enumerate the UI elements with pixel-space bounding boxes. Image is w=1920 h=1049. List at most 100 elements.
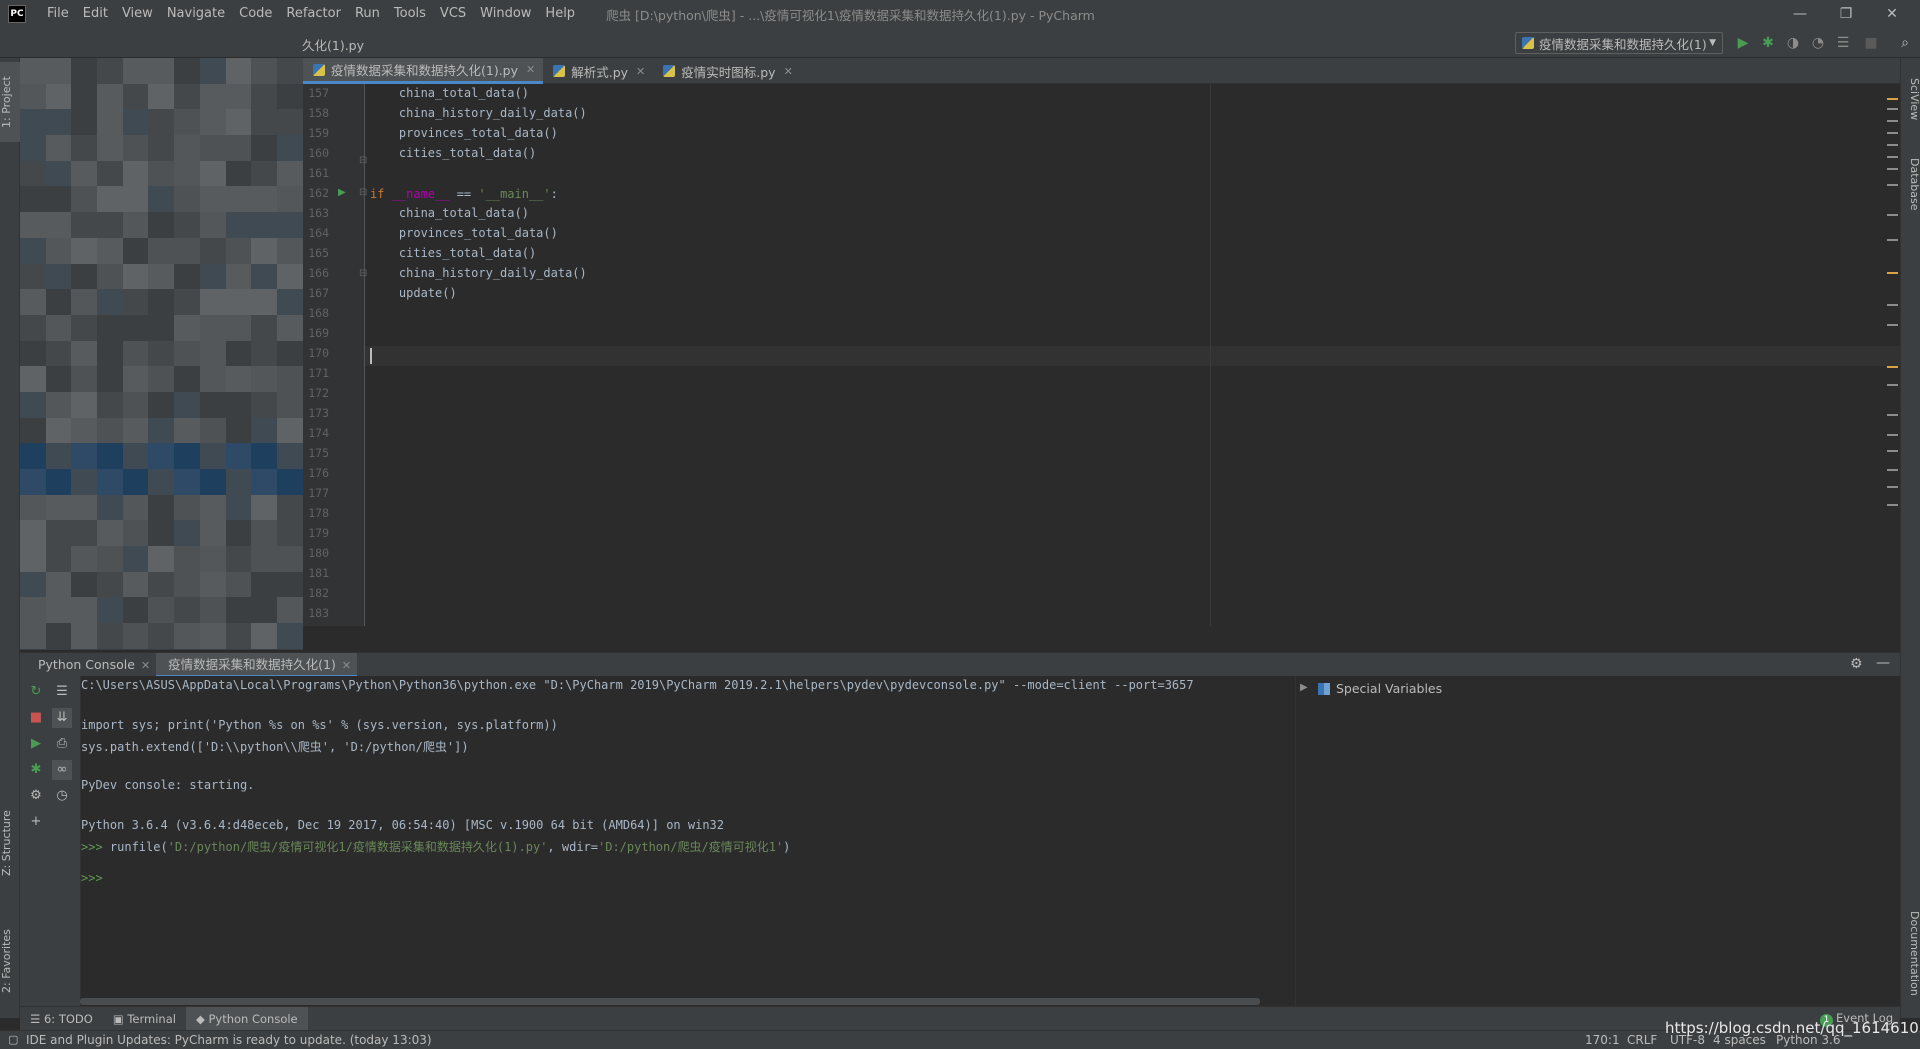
run-configuration-select[interactable]: 疫情数据采集和数据持久化(1) ▼ [1515,32,1723,54]
error-stripe-mark[interactable] [1887,184,1898,186]
scroll-to-end-icon[interactable]: ⇊ [52,708,72,728]
error-stripe-mark[interactable] [1887,486,1898,488]
menu-navigate[interactable]: Navigate [160,0,232,28]
error-stripe-mark[interactable] [1887,414,1898,416]
error-stripe-mark[interactable] [1887,98,1898,100]
tool-tab-python-console[interactable]: ◆ Python Console [185,1006,308,1031]
special-variables-label[interactable]: Special Variables [1336,681,1442,696]
fold-icon[interactable]: ⊟ [359,268,367,279]
show-variables-icon[interactable]: ∞ [52,760,72,780]
caret-position[interactable]: 170:1 [1585,1033,1620,1047]
settings-icon[interactable]: ⚙ [26,786,46,806]
tool-tab-structure[interactable]: Z: Structure [0,798,20,888]
pixel-cell [122,109,149,136]
error-stripe-mark[interactable] [1887,168,1898,170]
error-stripe-mark[interactable] [1887,469,1898,471]
tool-tab-documentation[interactable]: Documentation [1901,898,1920,1008]
menu-help[interactable]: Help [538,0,582,28]
error-stripe-mark[interactable] [1887,434,1898,436]
menu-run[interactable]: Run [348,0,387,28]
close-window-icon[interactable]: ✕ [1869,0,1915,28]
execute-icon[interactable]: ▶ [26,734,46,754]
editor-tab[interactable]: 疫情实时图标.py ✕ [653,58,801,84]
tool-tab-project[interactable]: 1: Project [0,62,20,142]
close-tab-icon[interactable]: ✕ [636,65,645,78]
pixel-cell [251,186,277,213]
fold-icon[interactable]: ⊟ [359,155,367,166]
breadcrumb[interactable]: 久化(1).py [302,35,364,54]
tool-tab-favorites[interactable]: 2: Favorites [0,916,20,1006]
console-tab-run[interactable]: 疫情数据采集和数据持久化(1) ✕ [156,652,358,677]
add-icon[interactable]: + [26,812,46,832]
tool-tab-database[interactable]: Database [1901,144,1920,224]
menu-code[interactable]: Code [232,0,279,28]
error-stripe-mark[interactable] [1887,108,1898,110]
menu-refactor[interactable]: Refactor [279,0,348,28]
close-tab-icon[interactable]: ✕ [141,659,150,672]
run-icon[interactable]: ▶ [1734,34,1752,52]
stop-icon[interactable]: ■ [1862,34,1880,52]
error-stripe-mark[interactable] [1887,366,1898,368]
tool-tab-sciview[interactable]: SciView [1901,64,1920,134]
error-stripe-mark[interactable] [1887,450,1898,452]
run-gutter-icon[interactable]: ▶ [338,187,346,198]
pixel-cell [122,546,149,572]
editor-tab[interactable]: 解析式.py ✕ [543,58,653,84]
error-stripe-mark[interactable] [1887,239,1898,241]
pixel-cell [148,520,175,547]
error-stripe-mark[interactable] [1887,504,1898,506]
print-icon[interactable]: ⎙ [52,734,72,754]
code-editor[interactable]: 157 158 159 160 161 162 163 164 165 166 167 168 169 1… [303,84,1900,626]
error-stripe-mark[interactable] [1887,324,1898,326]
tool-tab-todo[interactable]: ☰ 6: TODO [20,1007,103,1031]
line-separator[interactable]: CRLF [1627,1033,1657,1047]
error-stripe-mark[interactable] [1887,214,1898,216]
status-toggle-icon[interactable]: ▢ [8,1033,18,1046]
error-stripe-mark[interactable] [1887,132,1898,134]
error-stripe-mark[interactable] [1887,156,1898,158]
error-stripe-mark[interactable] [1887,304,1898,306]
pixel-cell [97,340,123,367]
error-stripe-mark[interactable] [1887,120,1898,122]
error-stripe-mark[interactable] [1887,272,1898,274]
profile-icon[interactable]: ◔ [1809,34,1827,52]
restore-icon[interactable]: ❐ [1823,0,1869,28]
hide-panel-icon[interactable]: — [1876,655,1890,671]
close-tab-icon[interactable]: ✕ [526,63,535,76]
concurrency-icon[interactable]: ☰ [1834,34,1852,52]
menu-view[interactable]: View [115,0,160,28]
editor-tab-active[interactable]: 疫情数据采集和数据持久化(1).py ✕ [303,58,544,84]
debug-icon[interactable]: ✱ [26,760,46,780]
stop-icon[interactable]: ■ [26,708,46,728]
error-stripe-mark[interactable] [1887,144,1898,146]
gear-icon[interactable]: ⚙ [1850,656,1863,672]
soft-wrap-icon[interactable]: ☰ [52,682,72,702]
console-tab-python[interactable]: Python Console ✕ [26,653,156,677]
pixel-cell [174,109,200,136]
tool-tab-terminal[interactable]: ▣ Terminal [103,1007,186,1031]
expand-icon[interactable]: ▶ [1300,682,1308,693]
menu-file[interactable]: File [40,0,76,28]
console-output[interactable]: C:\Users\ASUS\AppData\Local\Programs\Pyt… [80,676,1287,1006]
history-icon[interactable]: ◷ [52,786,72,806]
close-tab-icon[interactable]: ✕ [342,659,351,672]
pixel-cell [276,160,303,187]
error-stripe-mark[interactable] [1887,384,1898,386]
error-stripe[interactable] [1885,84,1899,626]
horizontal-scrollbar[interactable] [80,998,1260,1005]
debug-icon[interactable]: ✱ [1759,34,1777,52]
coverage-icon[interactable]: ◑ [1784,34,1802,52]
close-tab-icon[interactable]: ✕ [784,65,793,78]
rerun-icon[interactable]: ↻ [26,682,46,702]
pixel-cell [225,597,252,624]
menu-edit[interactable]: Edit [76,0,115,28]
menu-vcs[interactable]: VCS [433,0,473,28]
fold-icon[interactable]: ⊟ [359,187,367,198]
minimize-icon[interactable]: — [1777,0,1823,28]
left-tool-strip: 1: Project Z: Structure 2: Favorites [0,58,20,1018]
menu-window[interactable]: Window [473,0,538,28]
console-prompt[interactable]: >>> [81,871,103,885]
menu-tools[interactable]: Tools [387,0,433,28]
search-icon[interactable]: ⌕ [1896,34,1914,52]
status-message[interactable]: IDE and Plugin Updates: PyCharm is ready… [26,1033,432,1047]
